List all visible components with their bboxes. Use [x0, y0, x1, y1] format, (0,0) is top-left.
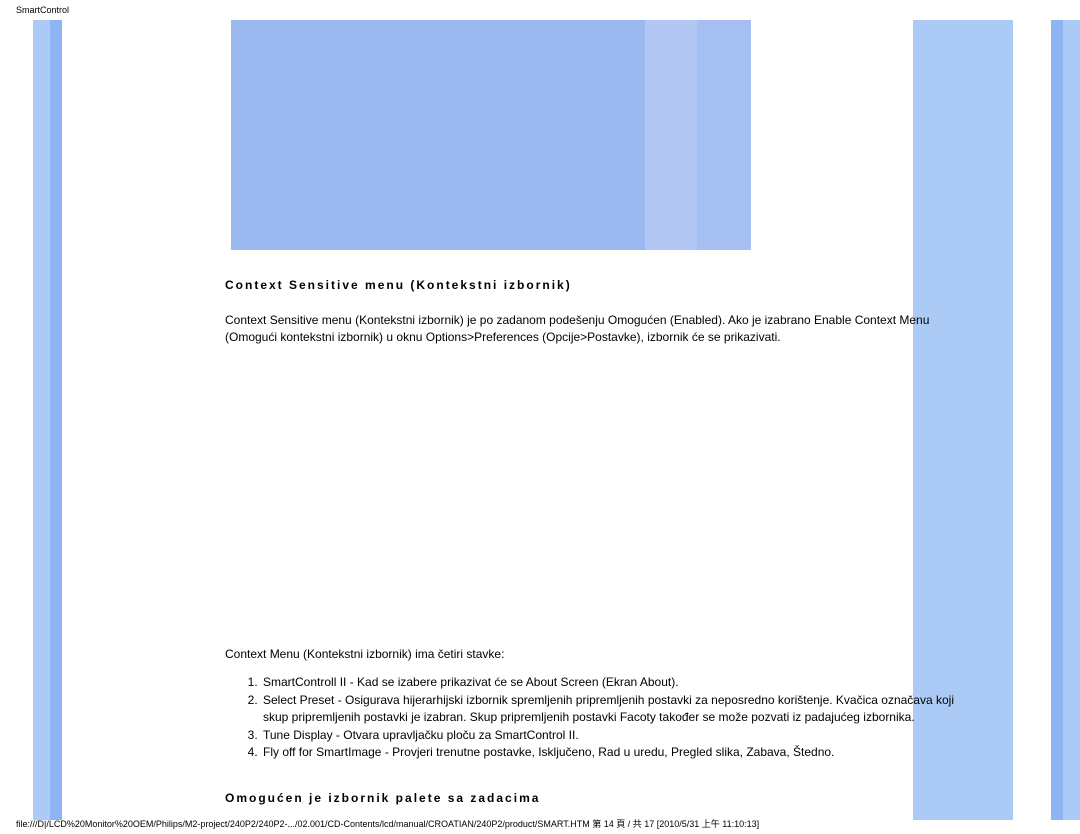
list-item: Select Preset - Osigurava hijerarhijski …	[261, 692, 965, 727]
decor-stripe-outer-left	[33, 20, 50, 820]
content-area: Context Sensitive menu (Kontekstni izbor…	[225, 20, 965, 805]
list-item: Fly off for SmartImage - Provjeri trenut…	[261, 744, 965, 761]
decor-stripe-inner-left	[50, 20, 62, 820]
context-menu-intro: Context Sensitive menu (Kontekstni izbor…	[225, 312, 965, 346]
decor-stripe-inner-right	[1051, 20, 1063, 820]
section-title-context-menu: Context Sensitive menu (Kontekstni izbor…	[225, 278, 965, 292]
list-item: Tune Display - Otvara upravljačku ploču …	[261, 727, 965, 744]
decor-gap-right	[1013, 20, 1051, 820]
page-header-label: SmartControl	[16, 5, 69, 15]
screenshot-placeholder	[231, 20, 751, 250]
banner-shade	[231, 20, 645, 250]
decor-stripe-outer-right	[1063, 20, 1080, 820]
context-menu-list: SmartControll II - Kad se izabere prikaz…	[261, 674, 965, 761]
banner-shade	[645, 20, 697, 250]
section-title-task-tray: Omogućen je izbornik palete sa zadacima	[225, 791, 965, 805]
page-frame: Context Sensitive menu (Kontekstni izbor…	[0, 20, 1080, 820]
banner-shade	[697, 20, 751, 250]
context-menu-list-intro: Context Menu (Kontekstni izbornik) ima č…	[225, 646, 965, 663]
footer-path: file:///D|/LCD%20Monitor%20OEM/Philips/M…	[16, 817, 759, 830]
list-item: SmartControll II - Kad se izabere prikaz…	[261, 674, 965, 691]
